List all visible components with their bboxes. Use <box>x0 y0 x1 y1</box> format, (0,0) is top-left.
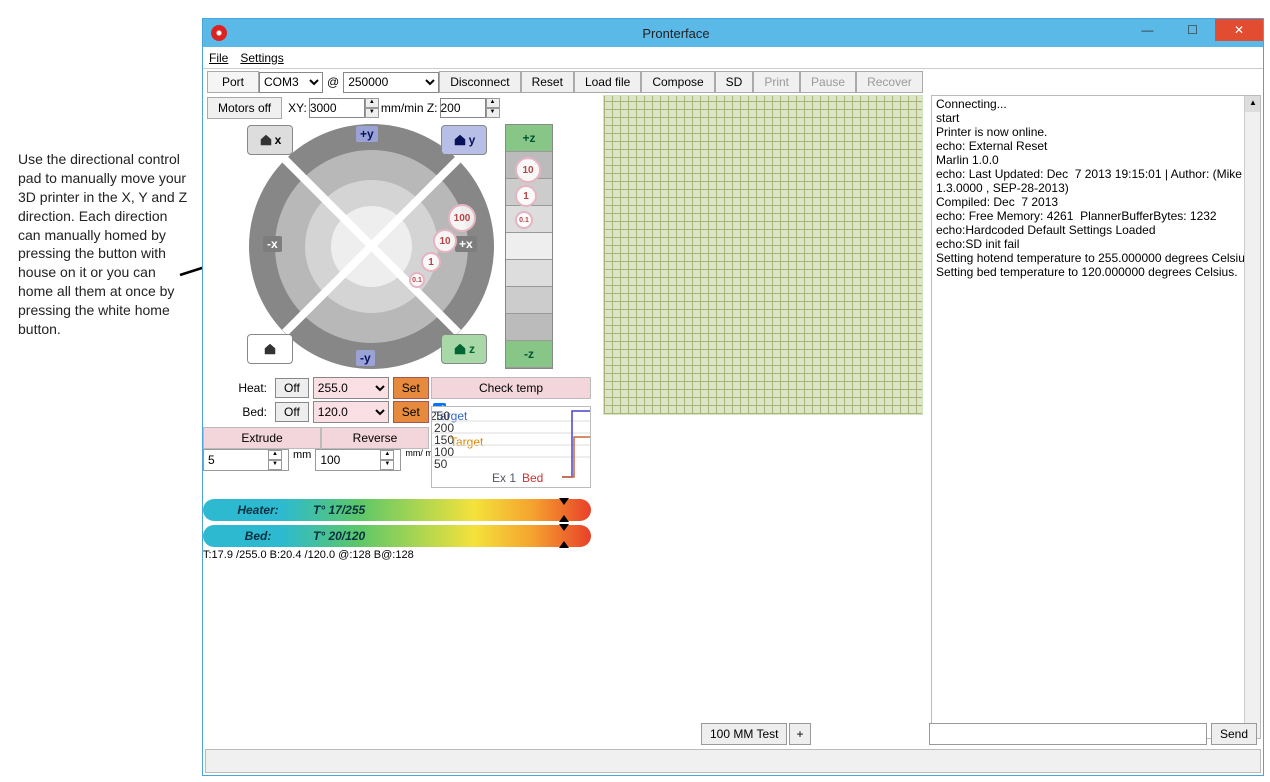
z-step-1n[interactable] <box>506 287 552 314</box>
annotation-left: Use the directional control pad to manua… <box>18 150 193 339</box>
motors-off-button[interactable]: Motors off <box>207 97 282 119</box>
send-button[interactable]: Send <box>1211 723 1257 745</box>
extrude-speed-input[interactable] <box>316 450 380 470</box>
xy-label: XY: <box>284 101 307 115</box>
home-x-button[interactable]: x <box>247 125 293 155</box>
app-window: Pronterface — ☐ ✕ File Settings Port COM… <box>202 18 1264 776</box>
distance-10[interactable]: 10 <box>433 229 457 253</box>
check-temp-button[interactable]: Check temp <box>431 377 591 399</box>
plus-x-label[interactable]: +x <box>455 236 477 252</box>
z-distance-10[interactable]: 10 <box>515 157 541 183</box>
gcode-input[interactable] <box>929 723 1207 745</box>
minus-y-label[interactable]: -y <box>356 350 375 366</box>
heater-bar-value: T° 17/255 <box>313 503 365 517</box>
bed-label: Bed: <box>227 405 271 419</box>
bed-set-button[interactable]: Set <box>393 401 429 423</box>
home-all-button[interactable] <box>247 334 293 364</box>
window-title: Pronterface <box>227 26 1125 41</box>
xy-speed-input[interactable] <box>309 98 365 118</box>
100mm-test-button[interactable]: 100 MM Test <box>701 723 787 745</box>
z-distance-1[interactable]: 1 <box>515 185 537 207</box>
minimize-button[interactable]: — <box>1125 19 1170 41</box>
port-select[interactable]: COM3 <box>259 72 323 93</box>
z-step-10n[interactable] <box>506 314 552 341</box>
xy-control-pad[interactable]: +y -y +x -x 100 10 1 0.1 <box>249 124 494 369</box>
bed-off-button[interactable]: Off <box>275 402 309 422</box>
at-symbol: @ <box>323 75 343 89</box>
baud-select[interactable]: 250000 <box>343 72 439 93</box>
sd-button[interactable]: SD <box>715 71 754 93</box>
heat-set-button[interactable]: Set <box>393 377 429 399</box>
z-center <box>506 233 552 260</box>
distance-1[interactable]: 1 <box>421 252 441 272</box>
distance-100[interactable]: 100 <box>448 204 476 232</box>
extrude-length-input[interactable] <box>204 450 268 470</box>
bed-preview[interactable] <box>603 95 923 415</box>
toolbar-top: Port COM3 @ 250000 Disconnect Reset Load… <box>207 71 923 93</box>
console-log[interactable]: Connecting... start Printer is now onlin… <box>931 95 1261 739</box>
menu-file[interactable]: File <box>209 51 228 65</box>
z-spin-arrows[interactable]: ▲▼ <box>486 98 500 118</box>
minus-z-button[interactable]: -z <box>506 341 552 368</box>
heater-bar-label: Heater: <box>203 503 313 517</box>
toolbar-speed: Motors off XY: ▲▼ mm/min Z: ▲▼ <box>207 97 500 119</box>
compose-button[interactable]: Compose <box>641 71 714 93</box>
close-button[interactable]: ✕ <box>1215 19 1263 41</box>
maximize-button[interactable]: ☐ <box>1170 19 1215 41</box>
z-speed-input[interactable] <box>440 98 486 118</box>
pause-button[interactable]: Pause <box>800 71 856 93</box>
menu-settings[interactable]: Settings <box>240 51 283 65</box>
mmminz-label: mm/min Z: <box>381 101 438 115</box>
log-scrollbar[interactable]: ▲ <box>1244 96 1260 738</box>
reverse-button[interactable]: Reverse <box>321 427 429 449</box>
home-y-button[interactable]: y <box>441 125 487 155</box>
plus-y-label[interactable]: +y <box>356 126 378 142</box>
titlebar: Pronterface — ☐ ✕ <box>203 19 1263 47</box>
heater-bar: Heater: T° 17/255 <box>203 499 591 521</box>
heat-off-button[interactable]: Off <box>275 378 309 398</box>
disconnect-button[interactable]: Disconnect <box>439 71 520 93</box>
minus-x-label[interactable]: -x <box>263 236 282 252</box>
print-button[interactable]: Print <box>753 71 800 93</box>
home-z-button[interactable]: z <box>441 334 487 364</box>
status-bar <box>205 749 1261 773</box>
heat-temp-select[interactable]: 255.0 <box>313 377 389 399</box>
load-file-button[interactable]: Load file <box>574 71 641 93</box>
log-text: Connecting... start Printer is now onlin… <box>936 97 1254 279</box>
recover-button[interactable]: Recover <box>856 71 923 93</box>
extrude-button[interactable]: Extrude <box>203 427 321 449</box>
bed-bar-value: T° 20/120 <box>313 529 365 543</box>
temp-graph[interactable]: Target 250 200 150 Target 100 50 Bed Ex … <box>431 406 591 488</box>
reset-button[interactable]: Reset <box>521 71 574 93</box>
app-icon <box>211 25 227 41</box>
plus-z-button[interactable]: +z <box>506 125 552 152</box>
xy-spin-arrows[interactable]: ▲▼ <box>365 98 379 118</box>
port-label: Port <box>207 71 259 93</box>
menubar: File Settings <box>203 47 1263 69</box>
distance-01[interactable]: 0.1 <box>409 272 425 288</box>
status-line: T:17.9 /255.0 B:20.4 /120.0 @:128 B@:128 <box>203 549 414 561</box>
bed-bar: Bed: T° 20/120 <box>203 525 591 547</box>
z-distance-01[interactable]: 0.1 <box>515 211 533 229</box>
heat-label: Heat: <box>227 381 271 395</box>
z-step-01n[interactable] <box>506 260 552 287</box>
bed-temp-select[interactable]: 120.0 <box>313 401 389 423</box>
add-macro-button[interactable]: + <box>789 723 811 745</box>
bed-bar-label: Bed: <box>203 529 313 543</box>
length-unit: mm <box>289 449 315 471</box>
